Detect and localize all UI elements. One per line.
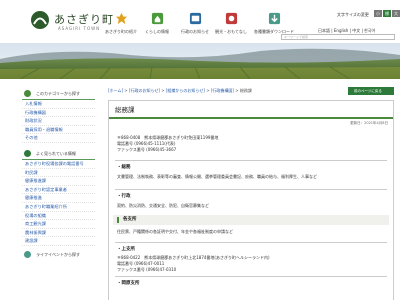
divider	[115, 276, 387, 277]
branch-office-heading: ・上支所	[117, 247, 135, 252]
site-logo-sub: ASAGIRI TOWN	[58, 26, 101, 31]
branch-fax: ファックス番号 (0966)47-0310	[117, 267, 177, 272]
breadcrumb: [ホーム] > [行政のお知らせ] > [組織からのお知らせ] > [行政機構図…	[108, 88, 252, 93]
breadcrumb-org-news[interactable]: [組織からのお知らせ]	[166, 88, 205, 93]
popular-item[interactable]: 健康推進課	[22, 177, 95, 186]
town-info-icon	[115, 12, 127, 25]
breadcrumb-home[interactable]: [ホーム]	[108, 88, 123, 93]
sidebar-item[interactable]: その他	[22, 134, 95, 143]
admin-news-icon	[189, 12, 201, 25]
site-header: あさぎり町 ASAGIRI TOWN あさぎり町の紹介 くらしの情報 行政のお知…	[0, 0, 400, 43]
branch-office-heading: ・岡原支所	[117, 281, 140, 286]
sidebar-item[interactable]: 行政機構図	[22, 109, 95, 118]
sidebar: このカテゴリーから探す 入札情報 行政機構図 財政状況 職員採用・退職情報 その…	[22, 87, 95, 261]
category-heading: このカテゴリーから探す	[22, 87, 95, 100]
hero-banner	[0, 43, 400, 79]
font-size-normal-button[interactable]: 標	[383, 10, 391, 17]
divider	[115, 242, 387, 243]
branch-heading: 各支所	[113, 215, 389, 225]
life-event-icon	[24, 250, 31, 258]
popular-item[interactable]: 農林振興課	[22, 229, 95, 238]
font-size-label: 文字サイズの変更	[337, 12, 369, 17]
tourism-icon	[225, 12, 237, 25]
popular-icon	[24, 149, 31, 157]
sidebar-item[interactable]: 職員採用・退職情報	[22, 126, 95, 135]
nav-admin-news[interactable]: 行政のお知らせ	[177, 12, 213, 42]
popular-item[interactable]: 町民課	[22, 169, 95, 178]
popular-item[interactable]: 役場の組織	[22, 212, 95, 221]
divider	[115, 160, 387, 161]
updated-date: 更新日：2021年4月8日	[350, 121, 388, 125]
sidebar-item[interactable]: 入札情報	[22, 100, 95, 109]
download-icon	[268, 12, 280, 25]
category-icon	[24, 90, 31, 97]
nav-tourism[interactable]: 観光・おもてなし	[213, 12, 249, 42]
popular-item[interactable]: 商工観光課	[22, 220, 95, 229]
section-heading: ・行政	[117, 194, 131, 199]
section-heading: ・総務	[117, 165, 131, 170]
life-info-icon	[151, 12, 163, 25]
font-size-large-button[interactable]: 大	[392, 10, 400, 17]
nav-label: 観光・おもてなし	[215, 29, 247, 34]
town-emblem-icon	[31, 11, 49, 29]
breadcrumb-admin-news[interactable]: [行政のお知らせ]	[129, 88, 160, 93]
popular-item[interactable]: あさぎり町認定事業者	[22, 186, 95, 195]
popular-item[interactable]: 健康推進	[22, 194, 95, 203]
page-title: 総務課	[109, 101, 393, 119]
popular-heading: よく見られている情報	[22, 147, 95, 160]
category-heading-label: このカテゴリーから探す	[36, 91, 80, 96]
back-button[interactable]: 前のページに戻る	[348, 87, 394, 95]
nav-label: あさぎり町の紹介	[105, 29, 137, 34]
section-body: 契約、防災消防、交通安全、防犯、自衛官募集など	[117, 203, 209, 208]
sidebar-item[interactable]: 財政状況	[22, 117, 95, 126]
nav-label: くらしの情報	[145, 29, 169, 34]
nav-label: 行政のお知らせ	[181, 29, 209, 34]
font-size-small-button[interactable]: 小	[374, 10, 382, 17]
breadcrumb-current: 総務課	[239, 88, 252, 93]
life-event-heading-label: ライフイベントから探す	[36, 251, 80, 257]
search-input[interactable]: キーワードで検索	[281, 34, 395, 40]
popular-heading-label: よく見られている情報	[36, 150, 76, 156]
landscape-image	[0, 43, 400, 79]
nav-life-info[interactable]: くらしの情報	[139, 12, 175, 42]
popular-item[interactable]: 建設課	[22, 237, 95, 246]
divider	[115, 189, 387, 190]
life-event-heading: ライフイベントから探す	[22, 248, 95, 261]
breadcrumb-org-chart[interactable]: [行政機構図]	[211, 88, 234, 93]
popular-item[interactable]: あさぎり町職業紹介所	[22, 203, 95, 212]
nav-town-info[interactable]: あさぎり町の紹介	[103, 12, 139, 42]
popular-item[interactable]: あさぎり町役場各課の電話番号	[22, 160, 95, 169]
main-content: 総務課 更新日：2021年4月8日 〒868-0408 熊本県球磨郡あさぎり町免…	[108, 100, 394, 300]
